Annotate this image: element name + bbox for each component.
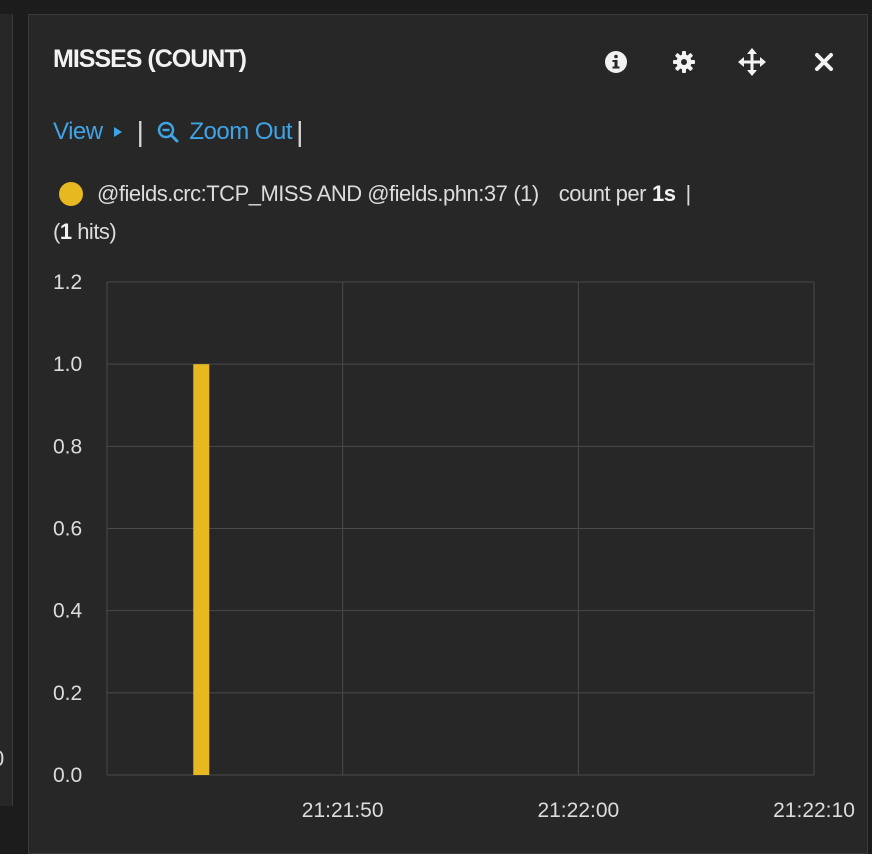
x-tick-label: 21:21:50 — [302, 799, 384, 822]
adjacent-panel-edge — [0, 14, 13, 806]
y-tick-label: 0.0 — [53, 764, 82, 787]
adjacent-panel-partial-label: 0 — [0, 748, 12, 770]
x-tick-label: 21:22:10 — [773, 799, 855, 822]
x-tick-label: 21:22:00 — [537, 799, 619, 822]
misses-count-panel: MISSES (COUNT) View | Zoom Out | @fields… — [28, 14, 868, 854]
y-tick-label: 1.0 — [53, 353, 82, 376]
y-tick-label: 0.4 — [53, 600, 83, 623]
y-tick-label: 0.6 — [53, 518, 82, 541]
misses-histogram-chart[interactable]: 0.0 0.2 0.4 0.6 0.8 1.0 1.2 21:21:50 21:22:00 21:… — [29, 15, 869, 845]
histogram-bar[interactable] — [193, 364, 210, 775]
y-tick-label: 0.8 — [53, 435, 82, 458]
y-tick-label: 1.2 — [53, 271, 82, 294]
y-tick-label: 0.2 — [53, 682, 82, 705]
